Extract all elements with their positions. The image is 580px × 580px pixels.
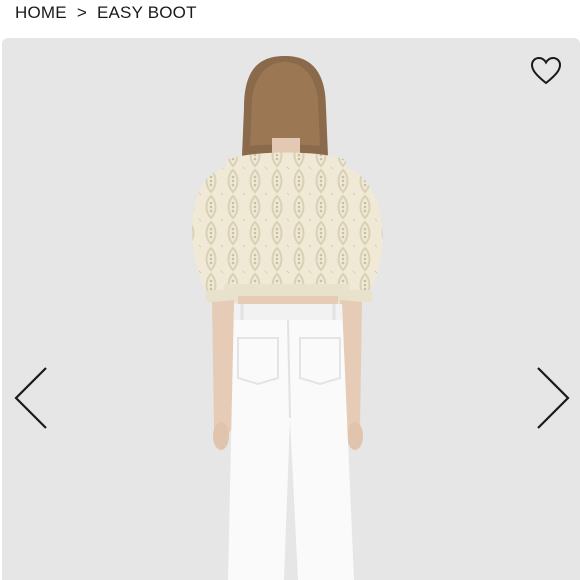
- next-image-button[interactable]: [532, 364, 572, 432]
- previous-image-button[interactable]: [12, 364, 52, 432]
- product-page: HOME > EASY BOOT: [0, 0, 580, 580]
- breadcrumb: HOME > EASY BOOT: [15, 0, 197, 26]
- chevron-left-icon: [14, 367, 47, 429]
- breadcrumb-separator: >: [76, 3, 87, 22]
- product-image-gallery[interactable]: [2, 38, 580, 580]
- heart-outline-icon: [530, 56, 562, 85]
- favorite-button[interactable]: [530, 56, 562, 86]
- breadcrumb-home-link[interactable]: HOME: [15, 3, 67, 23]
- breadcrumb-current-link[interactable]: EASY BOOT: [97, 3, 197, 23]
- product-photo: [192, 56, 383, 580]
- chevron-right-icon: [537, 367, 570, 429]
